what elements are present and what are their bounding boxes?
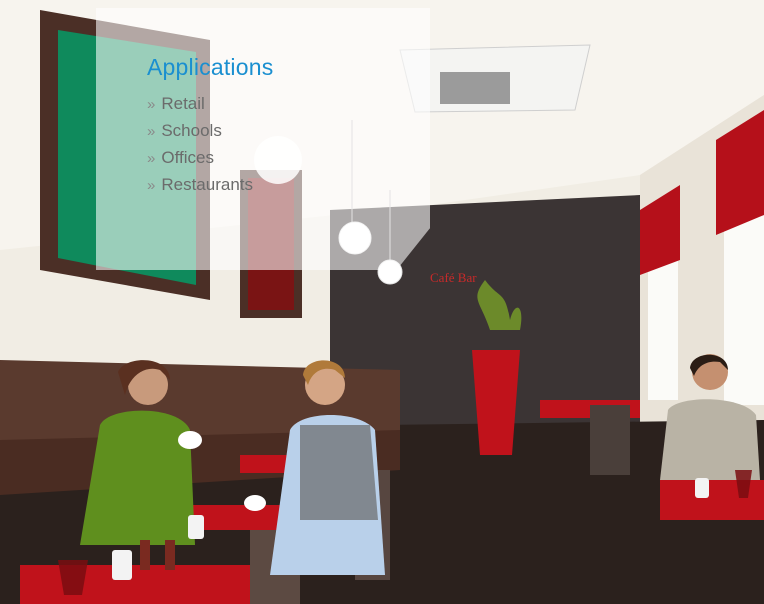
pepper-mill <box>165 540 175 570</box>
wall-signage: Café Bar <box>430 270 477 285</box>
grey-sweater <box>300 425 378 520</box>
shirt <box>660 399 760 480</box>
bullet-icon: » <box>147 96 156 113</box>
candle-glass <box>695 478 709 498</box>
ac-grille <box>440 72 510 104</box>
list-item-restaurants: » Restaurants <box>147 175 253 202</box>
coffee-cup <box>244 495 266 511</box>
coffee-cup <box>178 431 202 449</box>
pepper-mill <box>140 540 150 570</box>
window <box>648 250 678 400</box>
restaurant-photo: Café Bar Applications » Retail » Schools… <box>0 0 764 604</box>
list-item-retail: » Retail <box>147 94 253 121</box>
applications-list: » Retail » Schools » Offices » Restaurants <box>147 94 253 202</box>
bullet-icon: » <box>147 150 156 167</box>
list-item-label: Retail <box>161 94 205 113</box>
chair <box>590 405 630 475</box>
list-item-label: Schools <box>161 121 222 140</box>
candle-glass <box>112 550 132 580</box>
bullet-icon: » <box>147 123 156 140</box>
list-item-label: Restaurants <box>161 175 254 194</box>
window <box>724 215 764 405</box>
list-item-schools: » Schools <box>147 121 253 148</box>
candle-glass <box>188 515 204 539</box>
applications-panel: Applications » Retail » Schools » Offices »… <box>96 8 430 270</box>
bullet-icon: » <box>147 177 156 194</box>
list-item-label: Offices <box>161 148 214 167</box>
table <box>20 565 250 604</box>
panel-title: Applications <box>147 54 274 80</box>
list-item-offices: » Offices <box>147 148 253 175</box>
planter <box>472 350 520 455</box>
